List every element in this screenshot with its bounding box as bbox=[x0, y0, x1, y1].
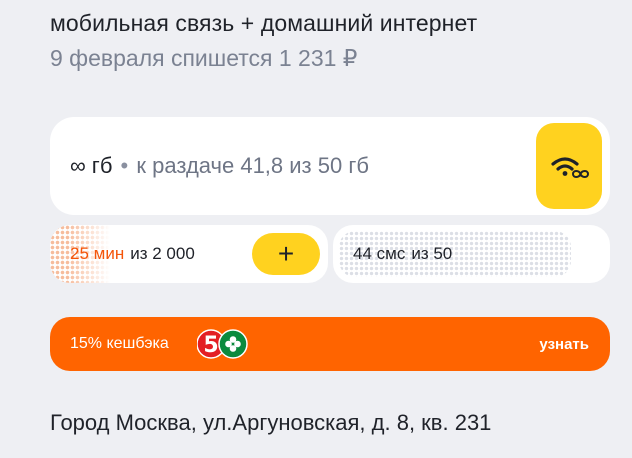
sms-total: из 50 bbox=[411, 244, 453, 263]
wifi-infinity-icon bbox=[551, 157, 589, 178]
wifi-share-button[interactable] bbox=[536, 123, 602, 209]
service-address: Город Москва, ул.Аргуновская, д. 8, кв. … bbox=[50, 410, 492, 435]
internet-balance-card[interactable]: ∞ гб • к раздаче 41,8 из 50 гб bbox=[50, 117, 610, 215]
internet-share-info: к раздаче 41,8 из 50 гб bbox=[136, 153, 369, 178]
billing-info: 9 февраля спишется 1 231 ₽ bbox=[50, 45, 358, 71]
logo-five-text: 5 bbox=[203, 333, 218, 358]
internet-amount: ∞ гб bbox=[70, 153, 113, 178]
internet-balance-text: ∞ гб • к раздаче 41,8 из 50 гб bbox=[70, 153, 369, 179]
add-minutes-button[interactable]: + bbox=[252, 233, 320, 275]
minutes-used: 25 мин bbox=[70, 244, 125, 263]
sms-balance-text: 44 смс из 50 bbox=[353, 244, 452, 264]
minutes-balance-card[interactable]: 25 мин из 2 000 + bbox=[50, 225, 328, 283]
minutes-balance-text: 25 мин из 2 000 bbox=[70, 244, 195, 264]
learn-more-link[interactable]: узнать bbox=[539, 336, 589, 353]
plan-title: мобильная связь + домашний интернет bbox=[50, 10, 478, 36]
cashback-label: 15% кешбэка bbox=[70, 335, 169, 352]
sms-used: 44 смс bbox=[353, 244, 406, 263]
sms-balance-card[interactable]: 44 смс из 50 bbox=[333, 225, 610, 283]
minutes-total: из 2 000 bbox=[130, 244, 195, 263]
pyaterochka-logo: 5 bbox=[197, 329, 248, 359]
cashback-banner[interactable]: 15% кешбэка 5 узнать bbox=[50, 317, 610, 371]
separator-dot: • bbox=[120, 153, 129, 178]
